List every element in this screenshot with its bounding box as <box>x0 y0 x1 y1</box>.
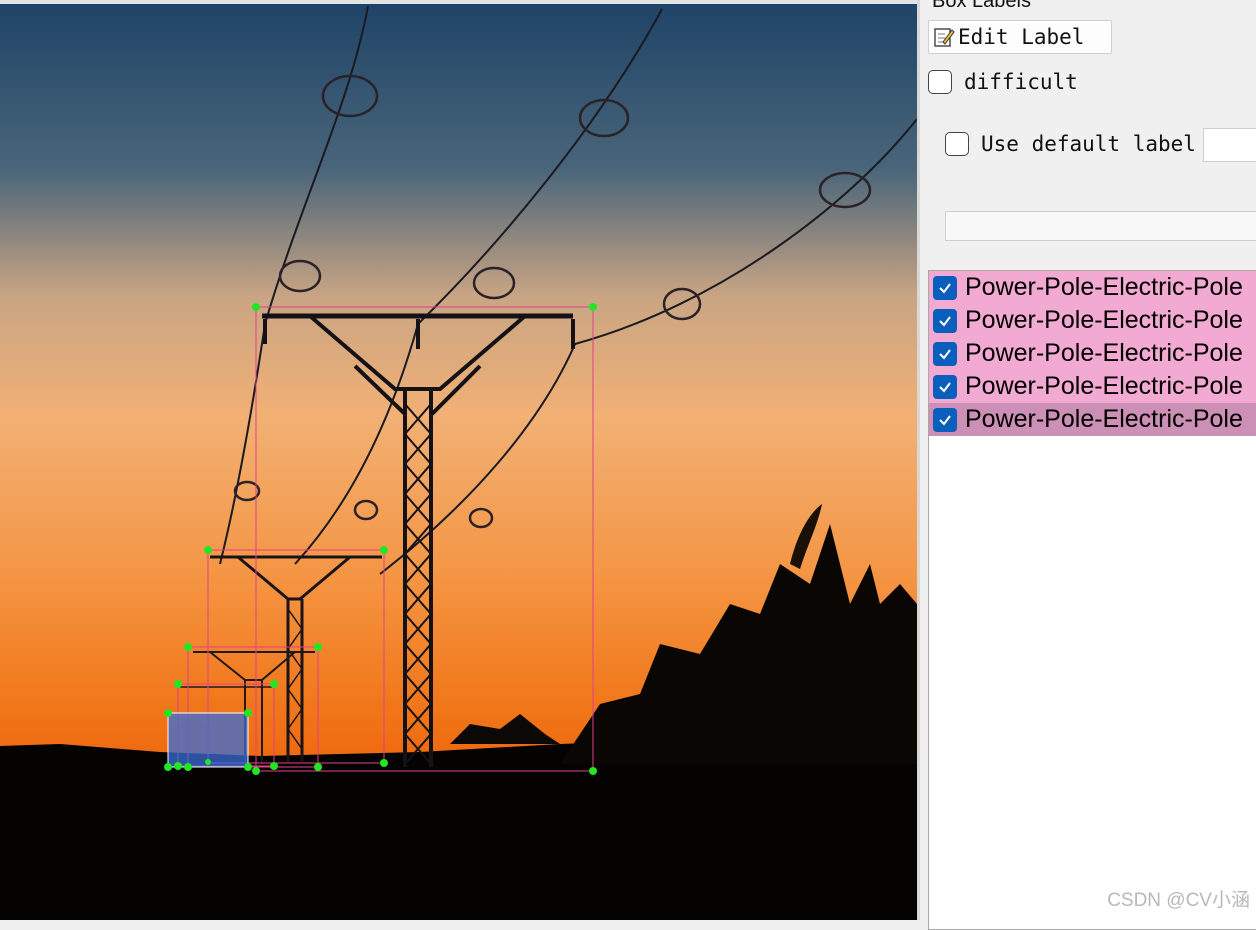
edit-icon <box>934 28 955 47</box>
list-item[interactable]: Power-Pole-Electric-Pole <box>929 304 1256 337</box>
use-default-label-text: Use default label <box>981 132 1196 156</box>
use-default-label-row[interactable]: Use default label <box>945 132 1196 156</box>
default-label-input[interactable] <box>1203 128 1256 162</box>
annotated-photo[interactable] <box>0 4 917 920</box>
image-canvas[interactable] <box>0 0 917 920</box>
list-item[interactable]: Power-Pole-Electric-Pole <box>929 337 1256 370</box>
list-item-label: Power-Pole-Electric-Pole <box>965 273 1243 301</box>
list-item-selected[interactable]: Power-Pole-Electric-Pole <box>929 403 1256 436</box>
difficult-checkbox[interactable] <box>928 70 952 94</box>
watermark: CSDN @CV小涵 <box>1107 890 1250 911</box>
checked-checkbox-icon[interactable] <box>933 308 957 333</box>
list-item-label: Power-Pole-Electric-Pole <box>965 339 1243 367</box>
difficult-checkbox-row[interactable]: difficult <box>928 70 1078 94</box>
list-item-label: Power-Pole-Electric-Pole <box>965 306 1243 334</box>
edit-label-button[interactable]: Edit Label <box>928 20 1112 54</box>
edit-label-text: Edit Label <box>958 25 1085 49</box>
dock-title: Box Labels <box>932 0 1031 12</box>
checked-checkbox-icon[interactable] <box>933 407 957 432</box>
use-default-label-checkbox[interactable] <box>945 132 969 156</box>
list-item[interactable]: Power-Pole-Electric-Pole <box>929 271 1256 304</box>
checked-checkbox-icon[interactable] <box>933 374 957 399</box>
box-labels-dock: Box Labels Edit Label difficult Use defa… <box>920 0 1256 930</box>
difficult-label: difficult <box>964 70 1078 94</box>
checked-checkbox-icon[interactable] <box>933 275 957 300</box>
list-item-label: Power-Pole-Electric-Pole <box>965 405 1243 433</box>
label-list[interactable]: Power-Pole-Electric-Pole Power-Pole-Elec… <box>928 270 1256 930</box>
list-item[interactable]: Power-Pole-Electric-Pole <box>929 370 1256 403</box>
label-filter-combo[interactable] <box>945 211 1256 241</box>
list-item-label: Power-Pole-Electric-Pole <box>965 372 1243 400</box>
checked-checkbox-icon[interactable] <box>933 341 957 366</box>
